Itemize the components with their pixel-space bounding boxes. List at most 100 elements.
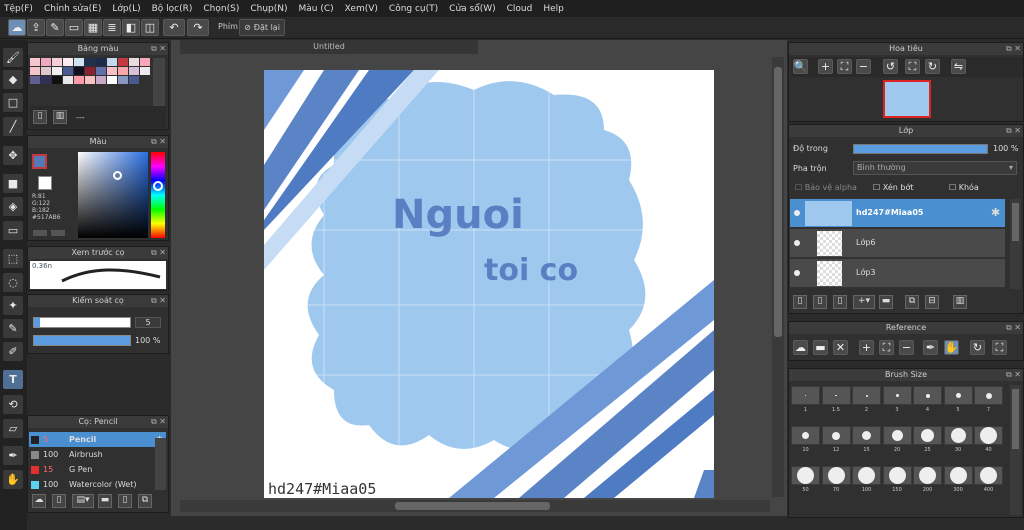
rotate-right-icon[interactable]: ↻ bbox=[925, 59, 940, 74]
brush-size-cell[interactable] bbox=[913, 426, 942, 445]
menu-filter[interactable]: Bộ lọc(R) bbox=[152, 4, 193, 14]
brush-size-cell[interactable] bbox=[852, 426, 881, 445]
palette-swatch[interactable] bbox=[74, 76, 84, 84]
eyedropper-icon[interactable]: ✒ bbox=[923, 340, 938, 355]
brush-size-cell[interactable] bbox=[882, 386, 912, 405]
blend-mode-select[interactable]: Bình thường ▾ bbox=[853, 161, 1017, 175]
zoom-fit-icon[interactable]: 🔍 bbox=[793, 59, 808, 74]
palette-swatch[interactable] bbox=[52, 58, 62, 66]
color-picker-handle[interactable] bbox=[113, 171, 122, 180]
brush-list-scrollbar[interactable] bbox=[155, 438, 166, 490]
palette-swatch[interactable] bbox=[63, 58, 73, 66]
folder-icon[interactable]: ▬ bbox=[98, 494, 112, 508]
palette-swatch[interactable] bbox=[30, 76, 40, 84]
cloud-icon[interactable]: ☁ bbox=[8, 19, 26, 36]
visibility-icon[interactable] bbox=[794, 270, 800, 276]
brush-size-cell[interactable] bbox=[913, 386, 942, 405]
add-menu-icon[interactable]: +▾ bbox=[853, 295, 875, 309]
menu-file[interactable]: Tệp(F) bbox=[4, 4, 33, 14]
move-tool-icon[interactable]: ✥ bbox=[3, 146, 23, 165]
palette-swatch[interactable] bbox=[107, 58, 117, 66]
layers-scrollbar[interactable] bbox=[1010, 199, 1021, 289]
duplicate-layer-icon[interactable]: ⧉ bbox=[905, 295, 919, 309]
protect-alpha-checkbox[interactable]: ☐ Bảo vệ alpha bbox=[795, 183, 857, 192]
palette-swatch[interactable] bbox=[63, 67, 73, 75]
open-folder-icon[interactable]: ▬ bbox=[813, 340, 828, 355]
hand-tool-icon[interactable]: ✋ bbox=[3, 470, 23, 489]
line-tool-icon[interactable]: ╱ bbox=[3, 117, 23, 136]
tweet-icon[interactable]: ✎ bbox=[46, 19, 64, 36]
lasso-tool-icon[interactable]: ◌ bbox=[3, 273, 23, 292]
zoom-in-icon[interactable]: + bbox=[859, 340, 874, 355]
text-tool-icon[interactable]: T bbox=[3, 370, 23, 389]
gear-icon[interactable]: ✱ bbox=[991, 206, 1000, 219]
gradient-tool-icon[interactable]: ▭ bbox=[3, 221, 23, 240]
palette-swatch[interactable] bbox=[41, 58, 51, 66]
layer-row-6[interactable]: Lớp6 bbox=[790, 229, 1005, 258]
new-layer-icon[interactable]: ▯ bbox=[793, 295, 807, 309]
palette-swatch[interactable] bbox=[52, 67, 62, 75]
new-layer-8bit-icon[interactable]: ▯ bbox=[813, 295, 827, 309]
menu-color[interactable]: Màu (C) bbox=[299, 4, 334, 14]
palette-swatch[interactable] bbox=[63, 76, 73, 84]
rect-tool-icon[interactable]: □ bbox=[3, 93, 23, 112]
brush-item-watercolor[interactable]: 100 Watercolor (Wet) bbox=[29, 477, 166, 492]
menu-view[interactable]: Xem(V) bbox=[345, 4, 378, 14]
layer-row-text[interactable]: hd247#Miaa05 ✱ bbox=[790, 199, 1005, 228]
menu-cloud[interactable]: Cloud bbox=[507, 4, 533, 14]
brush-size-cell[interactable] bbox=[821, 466, 851, 485]
add-brush-icon[interactable]: ☁ bbox=[32, 494, 46, 508]
palette-swatch[interactable] bbox=[129, 76, 139, 84]
brush-size-cell[interactable] bbox=[974, 426, 1003, 445]
reset-color-button[interactable] bbox=[51, 230, 65, 236]
palette-swatch[interactable] bbox=[118, 58, 128, 66]
eyedropper-tool-icon[interactable]: ✒ bbox=[3, 446, 23, 465]
menu-layer[interactable]: Lớp(L) bbox=[112, 4, 140, 14]
brush-size-cell[interactable] bbox=[882, 426, 912, 445]
reset-view-icon[interactable]: ⛶ bbox=[905, 59, 920, 74]
list-icon[interactable]: ≣ bbox=[103, 19, 121, 36]
brush-size-cell[interactable] bbox=[791, 386, 820, 405]
palette-swatch[interactable] bbox=[129, 58, 139, 66]
brush-size-slider[interactable] bbox=[33, 317, 131, 328]
operation-tool-icon[interactable]: ⟲ bbox=[3, 395, 23, 414]
palette-scrollbar[interactable] bbox=[153, 58, 165, 106]
palette-swatch[interactable] bbox=[74, 58, 84, 66]
redo-icon[interactable]: ↷ bbox=[187, 19, 209, 36]
horizontal-scrollbar[interactable] bbox=[180, 500, 770, 512]
zoom-out-icon[interactable]: − bbox=[856, 59, 871, 74]
palette-swatch[interactable] bbox=[30, 58, 40, 66]
palette-swatch[interactable] bbox=[74, 67, 84, 75]
document-tab[interactable]: Untitled bbox=[180, 40, 478, 54]
palette-swatch[interactable] bbox=[118, 76, 128, 84]
palette-swatch[interactable] bbox=[96, 67, 106, 75]
palette-swatch[interactable] bbox=[41, 67, 51, 75]
hand-icon[interactable]: ✋ bbox=[944, 340, 959, 355]
palette-swatch[interactable] bbox=[96, 76, 106, 84]
palette-swatch[interactable] bbox=[85, 67, 95, 75]
fit-screen-icon[interactable]: ⛶ bbox=[879, 340, 894, 355]
menu-tools[interactable]: Công cụ(T) bbox=[389, 4, 438, 14]
primary-color-swatch[interactable] bbox=[32, 154, 47, 169]
merge-layer-icon[interactable]: ⊟ bbox=[925, 295, 939, 309]
brush-size-cell[interactable] bbox=[913, 466, 942, 485]
palette-swatch[interactable] bbox=[30, 67, 40, 75]
brush-item-pencil[interactable]: 5Pencil✱ bbox=[29, 432, 166, 447]
brush-menu-icon[interactable]: ▤▾ bbox=[72, 494, 94, 508]
fit-icon[interactable]: ⛶ bbox=[992, 340, 1007, 355]
brush-size-value[interactable]: 5 bbox=[135, 317, 161, 328]
select-eraser-tool-icon[interactable]: ✐ bbox=[3, 342, 23, 361]
brush-size-cell[interactable] bbox=[943, 466, 973, 485]
magic-wand-tool-icon[interactable]: ✦ bbox=[3, 296, 23, 315]
trash-icon[interactable]: ▥ bbox=[953, 295, 967, 309]
navigator-thumbnail[interactable] bbox=[883, 80, 931, 118]
hue-slider[interactable] bbox=[151, 152, 165, 238]
menu-select[interactable]: Chọn(S) bbox=[203, 4, 239, 14]
visibility-icon[interactable] bbox=[794, 210, 800, 216]
select-rect-tool-icon[interactable]: ⬚ bbox=[3, 249, 23, 268]
brush-size-cell[interactable] bbox=[852, 386, 881, 405]
vertical-scrollbar[interactable] bbox=[772, 57, 784, 497]
brush-size-cell[interactable] bbox=[882, 466, 912, 485]
grid-icon[interactable]: ▦ bbox=[84, 19, 102, 36]
duplicate-icon[interactable]: ⧉ bbox=[138, 494, 152, 508]
